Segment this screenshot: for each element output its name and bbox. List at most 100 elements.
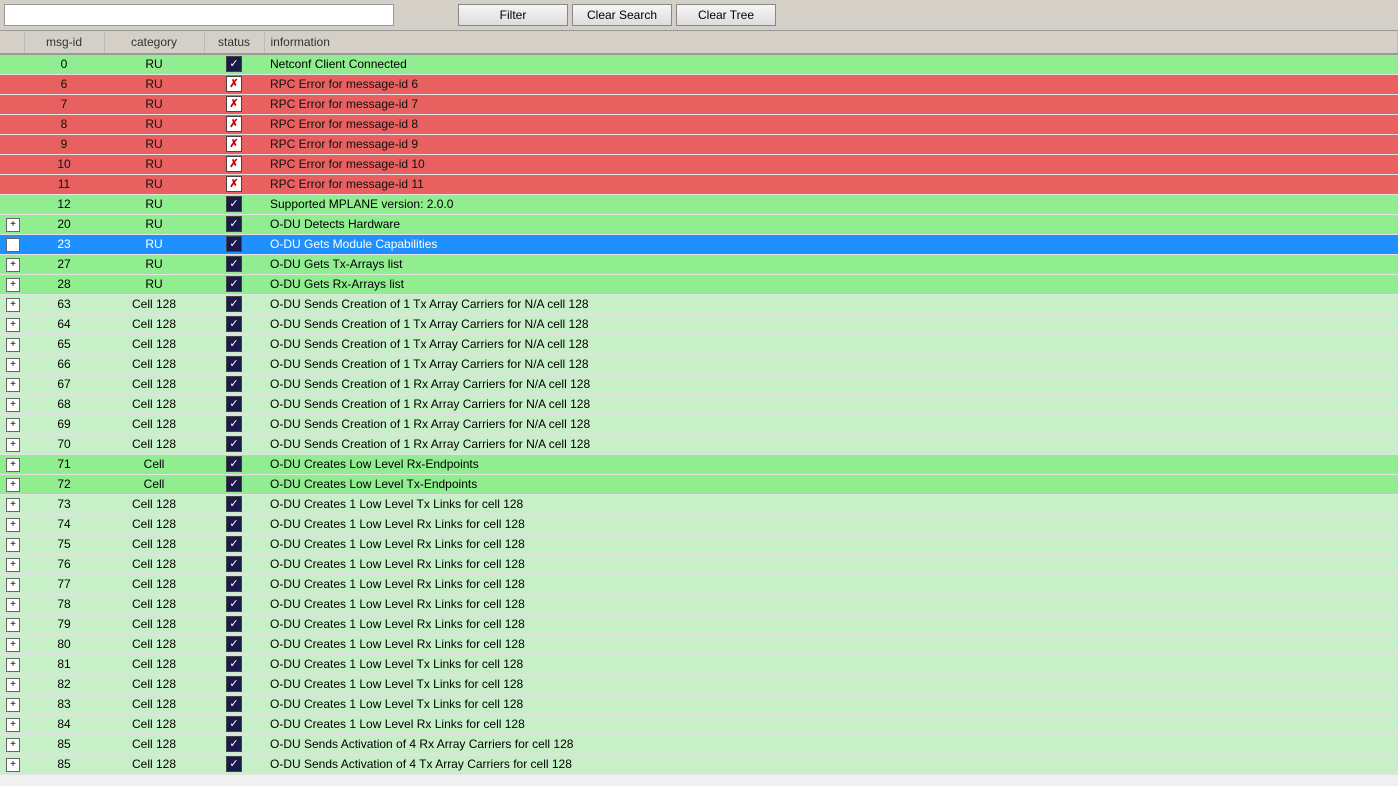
table-row[interactable]: +82Cell 128✓O-DU Creates 1 Low Level Tx … xyxy=(0,674,1398,694)
table-row[interactable]: +81Cell 128✓O-DU Creates 1 Low Level Tx … xyxy=(0,654,1398,674)
expand-cell[interactable]: + xyxy=(0,294,24,314)
search-input[interactable] xyxy=(4,4,394,26)
expand-button[interactable]: + xyxy=(6,398,20,412)
expand-button[interactable]: + xyxy=(6,318,20,332)
expand-cell[interactable]: + xyxy=(0,734,24,754)
expand-cell[interactable]: + xyxy=(0,534,24,554)
table-row[interactable]: +64Cell 128✓O-DU Sends Creation of 1 Tx … xyxy=(0,314,1398,334)
expand-button[interactable]: + xyxy=(6,558,20,572)
expand-cell[interactable]: + xyxy=(0,454,24,474)
expand-button[interactable]: + xyxy=(6,258,20,272)
table-row[interactable]: 9RU✗RPC Error for message-id 9 xyxy=(0,134,1398,154)
table-row[interactable]: 12RU✓Supported MPLANE version: 2.0.0 xyxy=(0,194,1398,214)
clear-search-button[interactable]: Clear Search xyxy=(572,4,672,26)
table-row[interactable]: 10RU✗RPC Error for message-id 10 xyxy=(0,154,1398,174)
expand-button[interactable]: + xyxy=(6,298,20,312)
expand-button[interactable]: + xyxy=(6,598,20,612)
table-row[interactable]: +68Cell 128✓O-DU Sends Creation of 1 Rx … xyxy=(0,394,1398,414)
table-row[interactable]: +66Cell 128✓O-DU Sends Creation of 1 Tx … xyxy=(0,354,1398,374)
table-row[interactable]: +23RU✓O-DU Gets Module Capabilities xyxy=(0,234,1398,254)
table-row[interactable]: +84Cell 128✓O-DU Creates 1 Low Level Rx … xyxy=(0,714,1398,734)
expand-button[interactable]: + xyxy=(6,358,20,372)
expand-button[interactable]: + xyxy=(6,438,20,452)
table-row[interactable]: 8RU✗RPC Error for message-id 8 xyxy=(0,114,1398,134)
expand-cell[interactable]: + xyxy=(0,334,24,354)
expand-button[interactable]: + xyxy=(6,418,20,432)
expand-cell[interactable]: + xyxy=(0,214,24,234)
table-row[interactable]: +69Cell 128✓O-DU Sends Creation of 1 Rx … xyxy=(0,414,1398,434)
table-row[interactable]: +73Cell 128✓O-DU Creates 1 Low Level Tx … xyxy=(0,494,1398,514)
expand-button[interactable]: + xyxy=(6,698,20,712)
table-row[interactable]: +70Cell 128✓O-DU Sends Creation of 1 Rx … xyxy=(0,434,1398,454)
expand-cell[interactable]: + xyxy=(0,694,24,714)
expand-button[interactable]: + xyxy=(6,738,20,752)
table-row[interactable]: +85Cell 128✓O-DU Sends Activation of 4 T… xyxy=(0,754,1398,774)
table-row[interactable]: +76Cell 128✓O-DU Creates 1 Low Level Rx … xyxy=(0,554,1398,574)
expand-button[interactable]: + xyxy=(6,538,20,552)
table-row[interactable]: 11RU✗RPC Error for message-id 11 xyxy=(0,174,1398,194)
expand-button[interactable]: + xyxy=(6,378,20,392)
expand-button[interactable]: + xyxy=(6,638,20,652)
expand-cell[interactable]: + xyxy=(0,434,24,454)
expand-button[interactable]: + xyxy=(6,458,20,472)
expand-button[interactable]: + xyxy=(6,478,20,492)
expand-cell[interactable]: + xyxy=(0,494,24,514)
table-row[interactable]: +74Cell 128✓O-DU Creates 1 Low Level Rx … xyxy=(0,514,1398,534)
table-row[interactable]: +67Cell 128✓O-DU Sends Creation of 1 Rx … xyxy=(0,374,1398,394)
expand-cell[interactable]: + xyxy=(0,574,24,594)
expand-cell[interactable]: + xyxy=(0,594,24,614)
table-row[interactable]: +63Cell 128✓O-DU Sends Creation of 1 Tx … xyxy=(0,294,1398,314)
expand-cell[interactable]: + xyxy=(0,314,24,334)
table-row[interactable]: +72Cell✓O-DU Creates Low Level Tx-Endpoi… xyxy=(0,474,1398,494)
expand-cell[interactable]: + xyxy=(0,614,24,634)
expand-cell[interactable]: + xyxy=(0,634,24,654)
expand-cell[interactable]: + xyxy=(0,374,24,394)
expand-cell[interactable]: + xyxy=(0,474,24,494)
expand-cell[interactable]: + xyxy=(0,714,24,734)
expand-button[interactable]: + xyxy=(6,678,20,692)
expand-cell[interactable]: + xyxy=(0,414,24,434)
table-row[interactable]: +79Cell 128✓O-DU Creates 1 Low Level Rx … xyxy=(0,614,1398,634)
expand-button[interactable]: + xyxy=(6,238,20,252)
table-row[interactable]: +20RU✓O-DU Detects Hardware xyxy=(0,214,1398,234)
expand-button[interactable]: + xyxy=(6,518,20,532)
table-row[interactable]: 6RU✗RPC Error for message-id 6 xyxy=(0,74,1398,94)
expand-button[interactable]: + xyxy=(6,338,20,352)
table-row[interactable]: +85Cell 128✓O-DU Sends Activation of 4 R… xyxy=(0,734,1398,754)
category-cell: Cell 128 xyxy=(104,594,204,614)
table-row[interactable]: +28RU✓O-DU Gets Rx-Arrays list xyxy=(0,274,1398,294)
table-row[interactable]: 7RU✗RPC Error for message-id 7 xyxy=(0,94,1398,114)
expand-cell[interactable]: + xyxy=(0,394,24,414)
table-row[interactable]: +77Cell 128✓O-DU Creates 1 Low Level Rx … xyxy=(0,574,1398,594)
expand-button[interactable]: + xyxy=(6,758,20,772)
table-row[interactable]: +75Cell 128✓O-DU Creates 1 Low Level Rx … xyxy=(0,534,1398,554)
expand-button[interactable]: + xyxy=(6,218,20,232)
expand-button[interactable]: + xyxy=(6,578,20,592)
status-cell: ✓ xyxy=(204,414,264,434)
table-row[interactable]: +65Cell 128✓O-DU Sends Creation of 1 Tx … xyxy=(0,334,1398,354)
expand-cell[interactable]: + xyxy=(0,674,24,694)
expand-button[interactable]: + xyxy=(6,618,20,632)
expand-cell[interactable]: + xyxy=(0,274,24,294)
expand-cell[interactable]: + xyxy=(0,754,24,774)
filter-button[interactable]: Filter xyxy=(458,4,568,26)
clear-tree-button[interactable]: Clear Tree xyxy=(676,4,776,26)
expand-cell[interactable]: + xyxy=(0,654,24,674)
expand-cell[interactable]: + xyxy=(0,514,24,534)
msg-id-cell: 70 xyxy=(24,434,104,454)
table-row[interactable]: +78Cell 128✓O-DU Creates 1 Low Level Rx … xyxy=(0,594,1398,614)
expand-button[interactable]: + xyxy=(6,498,20,512)
table-row[interactable]: +83Cell 128✓O-DU Creates 1 Low Level Tx … xyxy=(0,694,1398,714)
expand-button[interactable]: + xyxy=(6,278,20,292)
table-row[interactable]: 0RU✓Netconf Client Connected xyxy=(0,54,1398,74)
expand-button[interactable]: + xyxy=(6,718,20,732)
table-row[interactable]: +80Cell 128✓O-DU Creates 1 Low Level Rx … xyxy=(0,634,1398,654)
table-row[interactable]: +27RU✓O-DU Gets Tx-Arrays list xyxy=(0,254,1398,274)
expand-cell[interactable]: + xyxy=(0,554,24,574)
expand-cell[interactable]: + xyxy=(0,354,24,374)
status-cell: ✓ xyxy=(204,654,264,674)
expand-button[interactable]: + xyxy=(6,658,20,672)
expand-cell[interactable]: + xyxy=(0,234,24,254)
table-row[interactable]: +71Cell✓O-DU Creates Low Level Rx-Endpoi… xyxy=(0,454,1398,474)
expand-cell[interactable]: + xyxy=(0,254,24,274)
